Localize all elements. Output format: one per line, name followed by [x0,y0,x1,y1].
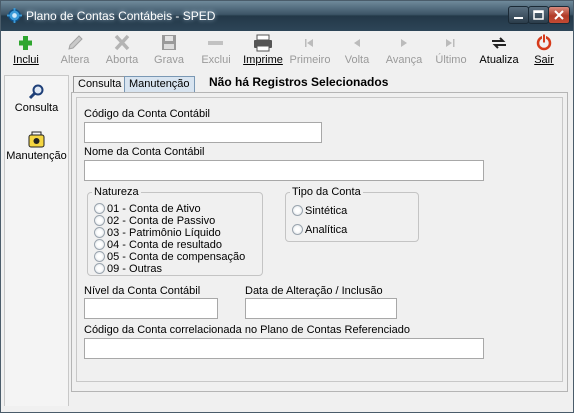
toolbar-button-atualiza[interactable]: Atualiza [478,33,520,71]
left-panel-item-manutencao[interactable]: Manutenção [5,130,68,162]
toolbar-button-avanca[interactable]: Avança [384,33,424,71]
magnifier-icon [5,82,68,102]
app-window: Plano de Contas Contábeis - SPED Inclui … [0,0,574,413]
tipo-option-analitica[interactable]: Analítica [292,224,347,236]
toolbar-button-altera[interactable]: Altera [59,33,91,71]
toolbar: Inclui Altera Aborta Grava Exclui Imprim… [1,31,573,73]
maintenance-icon [5,130,68,150]
first-record-icon [289,33,331,53]
natureza-option-03[interactable]: 03 - Patrimônio Líquido [94,227,221,239]
toolbar-button-inclui[interactable]: Inclui [11,33,41,71]
data-input[interactable] [245,298,397,319]
minimize-icon [514,17,523,19]
minimize-button[interactable] [508,6,529,24]
toolbar-button-volta[interactable]: Volta [341,33,373,71]
toolbar-button-sair[interactable]: Sair [531,33,557,71]
power-icon [531,33,557,53]
tab-consulta[interactable]: Consulta [73,76,127,92]
nome-input[interactable] [84,160,484,181]
tab-manutencao[interactable]: Manutenção [124,76,195,92]
app-gear-icon [7,8,22,23]
form-frame: Código da Conta Contábil Nome da Conta C… [76,97,563,382]
radio-icon [94,239,105,250]
natureza-option-02[interactable]: 02 - Conta de Passivo [94,215,215,227]
tipo-conta-title: Tipo da Conta [290,186,363,198]
tipo-conta-group: Tipo da Conta Sintética Analítica [285,186,419,242]
codigo-input[interactable] [84,122,322,143]
referenciada-input[interactable] [84,338,484,359]
toolbar-button-imprime[interactable]: Imprime [242,33,284,71]
close-button[interactable] [548,6,570,24]
floppy-disk-icon [152,33,186,53]
maximize-icon [533,10,544,20]
natureza-group: Natureza 01 - Conta de Ativo 02 - Conta … [87,186,263,276]
toolbar-button-primeiro[interactable]: Primeiro [289,33,331,71]
left-panel-item-consulta[interactable]: Consulta [5,82,68,114]
nivel-label: Nível da Conta Contábil [84,285,201,297]
window-title: Plano de Contas Contábeis - SPED [26,9,216,23]
tipo-option-sintetica[interactable]: Sintética [292,205,347,217]
data-label: Data de Alteração / Inclusão [245,285,383,297]
maintenance-form: Código da Conta Contábil Nome da Conta C… [71,92,568,392]
codigo-label: Código da Conta Contábil [84,108,210,120]
radio-icon [94,203,105,214]
radio-icon [94,227,105,238]
refresh-icon [478,33,520,53]
printer-icon [242,33,284,53]
natureza-option-01[interactable]: 01 - Conta de Ativo [94,203,201,215]
next-record-icon [384,33,424,53]
nome-label: Nome da Conta Contábil [84,146,205,158]
toolbar-button-exclui[interactable]: Exclui [200,33,232,71]
toolbar-button-grava[interactable]: Grava [152,33,186,71]
referenciada-label: Código da Conta correlacionada no Plano … [84,324,410,336]
status-message: Não há Registros Selecionados [209,75,389,89]
minus-icon [200,33,232,53]
window-bottom-border [1,406,573,412]
last-record-icon [434,33,468,53]
cross-icon [104,33,140,53]
nivel-input[interactable] [84,298,218,319]
natureza-option-09[interactable]: 09 - Outras [94,263,162,275]
title-bar[interactable]: Plano de Contas Contábeis - SPED [1,1,573,31]
left-panel: Consulta Manutenção [4,75,69,407]
radio-icon [94,215,105,226]
toolbar-button-ultimo[interactable]: Último [434,33,468,71]
radio-icon [94,263,105,274]
radio-icon [94,251,105,262]
maximize-button[interactable] [528,6,549,24]
natureza-option-05[interactable]: 05 - Conta de compensação [94,251,245,263]
radio-icon [292,224,303,235]
natureza-option-04[interactable]: 04 - Conta de resultado [94,239,222,251]
radio-icon [292,205,303,216]
plus-icon [11,33,41,53]
pencil-icon [59,33,91,53]
previous-record-icon [341,33,373,53]
close-icon [554,10,564,20]
natureza-title: Natureza [92,186,141,198]
toolbar-button-aborta[interactable]: Aborta [104,33,140,71]
